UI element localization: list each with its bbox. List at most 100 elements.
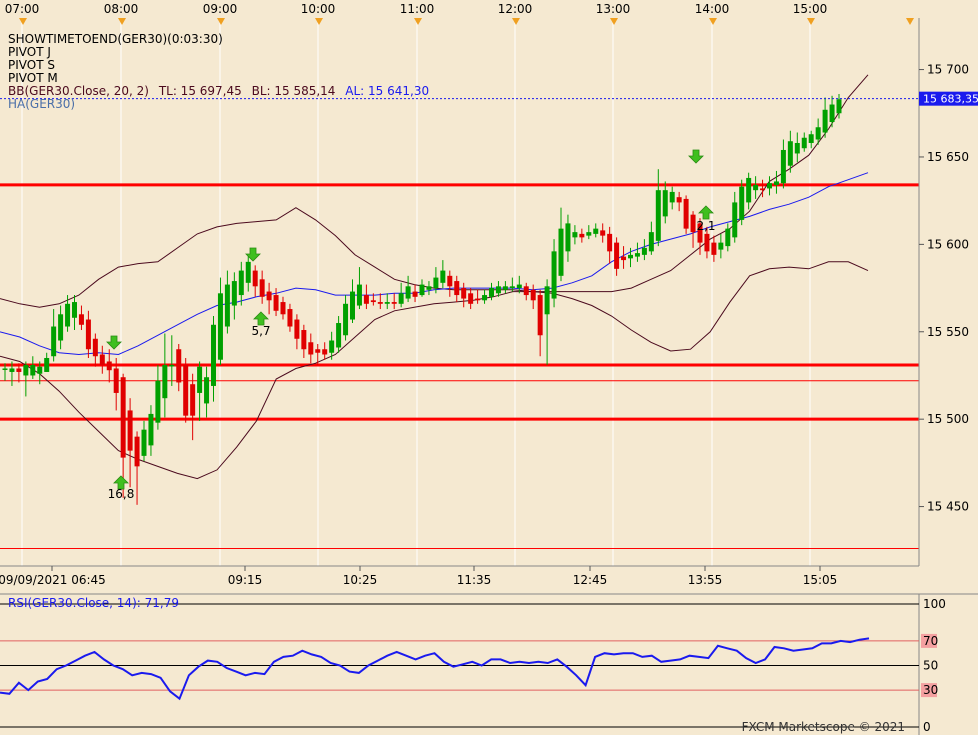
top-time-label: 11:00: [400, 2, 435, 16]
price-tick-label: 15 550: [927, 325, 969, 339]
rsi-tick-label: 50: [923, 659, 938, 673]
candle-body: [266, 291, 272, 301]
candle-body: [530, 289, 536, 301]
candle-body: [148, 413, 154, 446]
candle-body: [516, 284, 522, 289]
candle-body: [162, 364, 168, 399]
candle-body: [558, 228, 564, 276]
info-pivot-m: PIVOT M: [8, 71, 58, 85]
candle-body: [356, 284, 362, 306]
rsi-axis: 100 70 50 30 0: [921, 597, 946, 734]
candle-body: [99, 354, 105, 365]
candle-body: [370, 300, 376, 303]
bb-legend-bl: BL: 15 585,14: [252, 84, 336, 98]
rsi-tick-label: 100: [923, 597, 946, 611]
candle-body: [433, 277, 439, 289]
price-tick-label: 15 500: [927, 412, 969, 426]
candle-body: [662, 190, 668, 217]
top-time-label: 15:00: [793, 2, 828, 16]
candle-body: [447, 275, 453, 287]
candle-body: [252, 270, 258, 287]
candle-body: [787, 141, 793, 166]
candle-body: [363, 295, 369, 304]
bottom-time-label: 12:45: [573, 573, 608, 587]
candle-body: [704, 233, 710, 252]
candle-body: [398, 293, 404, 304]
candle: [683, 195, 689, 234]
candle-body: [468, 293, 474, 304]
candle-body: [593, 228, 599, 234]
bb-legend: BB(GER30.Close, 20, 2) TL: 15 697,45 BL:…: [8, 84, 429, 98]
candle-body: [197, 366, 203, 393]
bb-legend-al: AL: 15 641,30: [345, 84, 429, 98]
candle-body: [322, 349, 328, 355]
candle-body: [669, 191, 675, 203]
candle-body: [217, 293, 223, 360]
bottom-time-label: 15:05: [803, 573, 838, 587]
candle-body: [113, 368, 119, 393]
rsi-tick-label: 70: [923, 634, 938, 648]
trading-chart[interactable]: 16,8 5,7 2,1 07:00 08:00 09:00 10:00 11:00 12:0…: [0, 0, 978, 735]
top-time-label: 12:00: [498, 2, 533, 16]
candle-body: [51, 326, 57, 357]
candle-body: [739, 186, 745, 220]
candle-body: [634, 253, 640, 257]
rsi-tick-label: 30: [923, 683, 938, 697]
price-axis: 15 700 15 650 15 600 15 550 15 500 15 450: [919, 63, 969, 514]
candle-body: [2, 368, 8, 370]
candle-body: [9, 368, 15, 372]
candle-body: [44, 357, 50, 372]
candle-body: [808, 134, 814, 143]
candle-body: [65, 303, 71, 327]
candle-body: [106, 361, 112, 371]
candle-body: [92, 338, 98, 357]
candle-body: [551, 251, 557, 299]
candle-body: [829, 104, 835, 123]
candle-body: [301, 330, 307, 350]
candle-body: [683, 198, 689, 229]
last-price-label: 15 683,35: [923, 93, 978, 106]
candle-body: [711, 242, 717, 255]
candle-body: [58, 314, 64, 341]
candle-body: [336, 323, 342, 348]
candle-body: [308, 342, 314, 355]
info-pivot-s: PIVOT S: [8, 58, 55, 72]
candle-body: [732, 202, 738, 238]
candle-body: [190, 384, 196, 416]
candle-body: [676, 197, 682, 203]
bottom-time-label: 13:55: [688, 573, 723, 587]
top-time-label: 09:00: [203, 2, 238, 16]
candle-body: [280, 302, 286, 315]
candle-body: [607, 233, 613, 252]
candle-body: [718, 242, 724, 250]
signal-label: 5,7: [251, 324, 270, 338]
price-panel[interactable]: [0, 18, 919, 566]
candle-body: [579, 233, 585, 238]
candle-body: [287, 309, 293, 327]
candle-body: [572, 232, 578, 238]
price-tick-label: 15 700: [927, 63, 969, 77]
candle-body: [329, 340, 335, 353]
candle-body: [690, 214, 696, 233]
candle-body: [621, 256, 627, 261]
bb-legend-tl: TL: 15 697,45: [158, 84, 242, 98]
candle-body: [183, 364, 189, 416]
candle-body: [440, 270, 446, 283]
price-tick-label: 15 600: [927, 237, 969, 251]
bb-legend-prefix: BB(GER30.Close, 20, 2): [8, 84, 149, 98]
signal-label: 16,8: [108, 487, 135, 501]
candle-body: [628, 254, 633, 259]
price-tick-label: 15 450: [927, 500, 969, 514]
candle-body: [725, 228, 731, 247]
candle-body: [315, 349, 321, 353]
bottom-time-axis: 09/09/2021 06:45 09:15 10:25 11:35 12:45 13:5…: [0, 566, 837, 587]
candle-body: [815, 127, 821, 140]
signal-label: 2,1: [696, 219, 715, 233]
rsi-title: RSI(GER30.Close, 14): 71,79: [8, 596, 179, 610]
candle-body: [565, 223, 571, 252]
candle: [183, 357, 189, 423]
candle-body: [489, 288, 494, 297]
candle-body: [482, 295, 488, 301]
watermark: FXCM Marketscope © 2021: [742, 720, 905, 734]
candle-body: [231, 281, 237, 306]
